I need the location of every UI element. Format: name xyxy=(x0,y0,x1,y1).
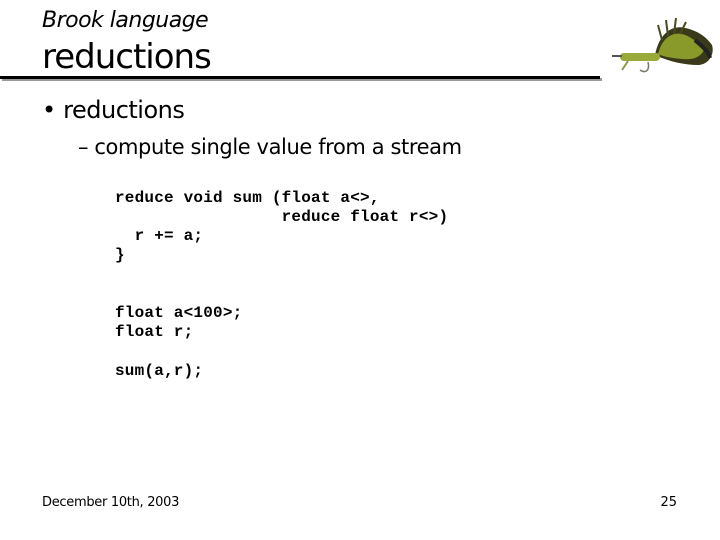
page-number: 25 xyxy=(660,495,677,510)
code-block-declarations: float a<100>; float r; xyxy=(115,304,243,341)
bullet-text: reductions xyxy=(63,96,185,124)
title-divider xyxy=(0,76,600,79)
code-block-call: sum(a,r); xyxy=(115,362,204,380)
fly-fishing-lure-icon xyxy=(612,17,713,73)
lure-body xyxy=(612,53,660,73)
bullet-item: • reductions xyxy=(42,96,185,124)
code-block-reduce-function: reduce void sum (float a<>, reduce float… xyxy=(115,189,449,264)
slide-subtitle: Brook language xyxy=(42,8,209,33)
subbullet-text: compute single value from a stream xyxy=(94,135,462,159)
subbullet-item: – compute single value from a stream xyxy=(78,135,462,159)
footer-date: December 10th, 2003 xyxy=(42,495,180,510)
bullet-marker: • xyxy=(42,96,56,124)
slide-title: reductions xyxy=(42,37,212,77)
subbullet-marker: – xyxy=(78,135,89,159)
lure-feathers xyxy=(655,17,713,65)
